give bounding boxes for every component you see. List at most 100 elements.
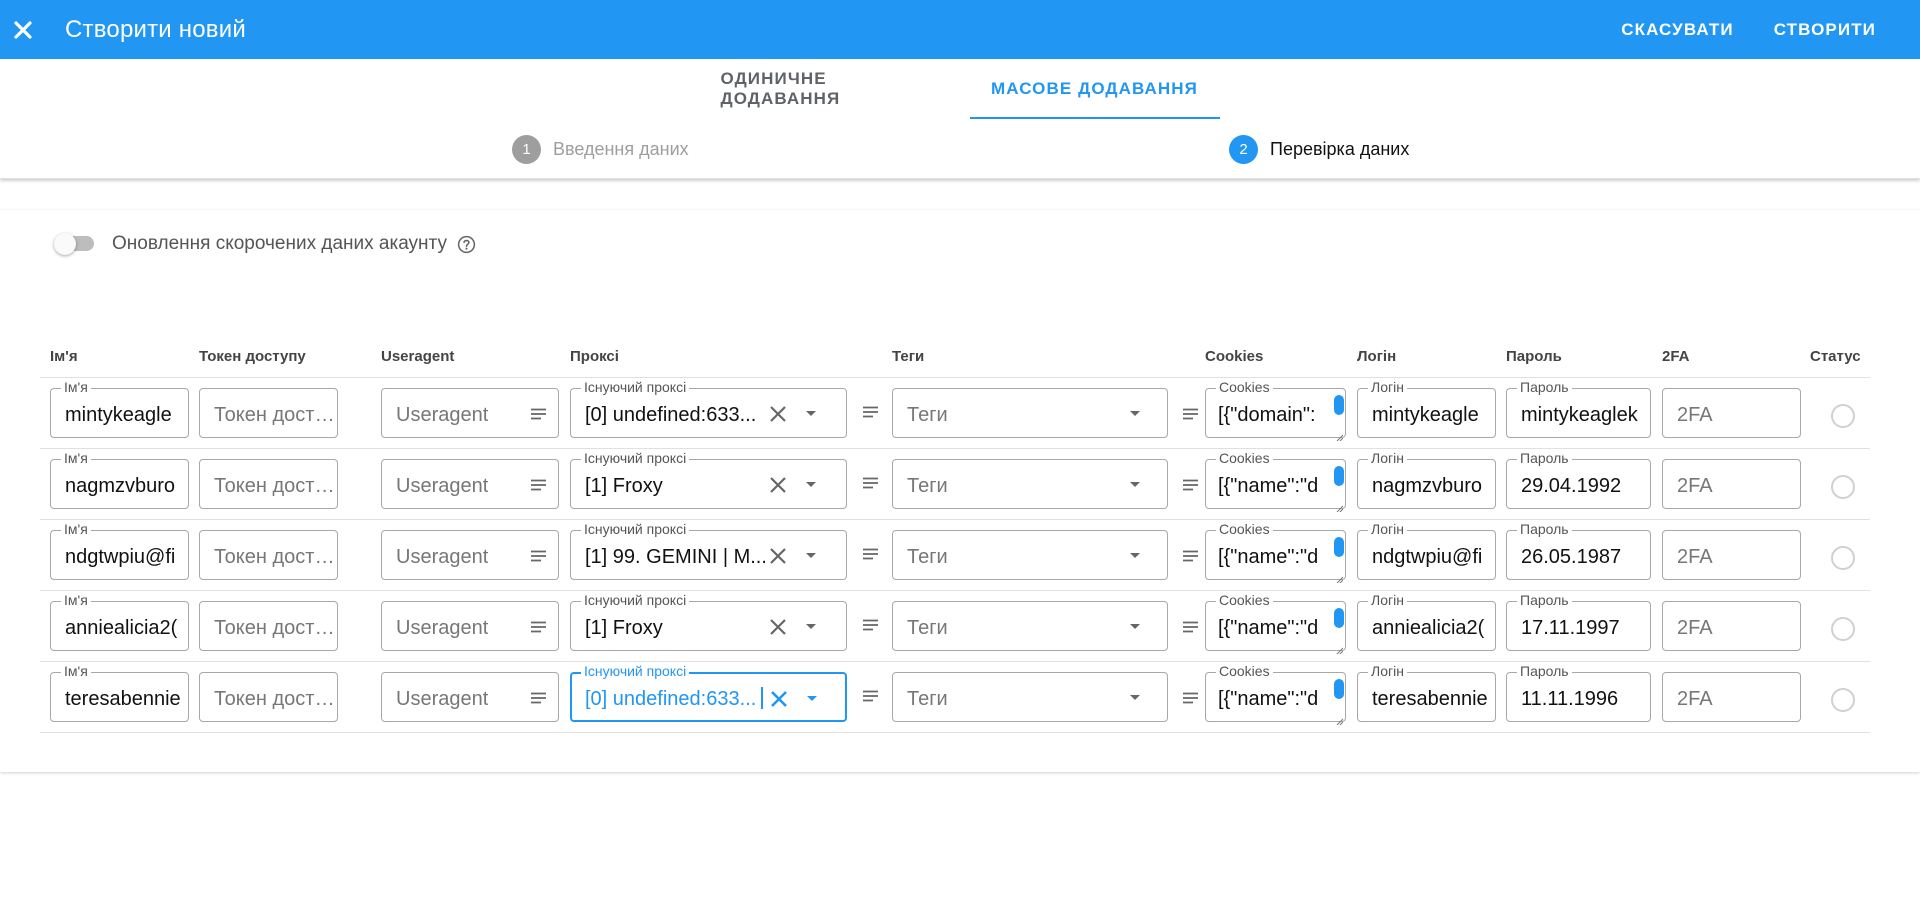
password-field[interactable]: Пароль 26.05.1987 xyxy=(1506,521,1651,580)
proxy-list-icon[interactable] xyxy=(860,473,880,493)
scrollbar-thumb[interactable] xyxy=(1334,679,1344,699)
step-data-check[interactable]: 2 Перевірка даних xyxy=(1229,135,1409,164)
token-field[interactable]: Токен досту... xyxy=(199,459,338,509)
twofa-field[interactable]: 2FA xyxy=(1662,530,1801,580)
name-field[interactable]: Ім'я teresabennie xyxy=(50,663,189,722)
token-field[interactable]: Токен досту... xyxy=(199,388,338,438)
login-field[interactable]: Логін teresabennie xyxy=(1357,663,1496,722)
token-field[interactable]: Токен досту... xyxy=(199,601,338,651)
useragent-field[interactable]: Useragent xyxy=(381,459,559,509)
field-label: Cookies xyxy=(1216,379,1273,395)
proxy-list-icon[interactable] xyxy=(860,402,880,422)
tags-list-icon[interactable] xyxy=(1180,475,1200,495)
proxy-list-icon[interactable] xyxy=(860,686,880,706)
cookies-textarea[interactable]: Cookies [{"domain": xyxy=(1205,379,1346,442)
dropdown-arrow-icon[interactable] xyxy=(1125,475,1145,495)
tags-list-icon[interactable] xyxy=(1180,617,1200,637)
field-label: Пароль xyxy=(1517,379,1572,395)
tags-select[interactable]: Теги xyxy=(892,459,1168,509)
lines-icon[interactable] xyxy=(528,688,548,708)
cookies-value: [{"name":"d xyxy=(1218,546,1319,568)
token-field[interactable]: Токен досту... xyxy=(199,530,338,580)
dropdown-arrow-icon[interactable] xyxy=(801,475,821,495)
resize-handle-icon[interactable] xyxy=(1336,712,1344,726)
dropdown-arrow-icon[interactable] xyxy=(802,689,822,709)
tab-single-add[interactable]: ОДИНИЧНЕ ДОДАВАННЯ xyxy=(701,59,966,119)
resize-handle-icon[interactable] xyxy=(1336,641,1344,655)
resize-handle-icon[interactable] xyxy=(1336,570,1344,584)
dropdown-arrow-icon[interactable] xyxy=(1125,617,1145,637)
proxy-list-icon[interactable] xyxy=(860,544,880,564)
name-field[interactable]: Ім'я nagmzvburo xyxy=(50,450,189,509)
clear-icon[interactable] xyxy=(767,687,791,711)
resize-handle-icon[interactable] xyxy=(1336,499,1344,513)
column-header-login: Логін xyxy=(1357,347,1397,365)
tags-list-icon[interactable] xyxy=(1180,404,1200,424)
tags-select[interactable]: Теги xyxy=(892,388,1168,438)
useragent-field[interactable]: Useragent xyxy=(381,530,559,580)
resize-handle-icon[interactable] xyxy=(1336,428,1344,442)
dropdown-arrow-icon[interactable] xyxy=(801,546,821,566)
lines-icon[interactable] xyxy=(528,475,548,495)
password-field[interactable]: Пароль 29.04.1992 xyxy=(1506,450,1651,509)
name-field[interactable]: Ім'я mintykeagle xyxy=(50,379,189,438)
proxy-select[interactable]: Існуючий проксі [1] Froxy xyxy=(570,592,847,651)
tags-list-icon[interactable] xyxy=(1180,546,1200,566)
login-field[interactable]: Логін ndgtwpiu@fi xyxy=(1357,521,1496,580)
password-field[interactable]: Пароль 17.11.1997 xyxy=(1506,592,1651,651)
scrollbar-thumb[interactable] xyxy=(1334,537,1344,557)
password-field[interactable]: Пароль mintykeaglek xyxy=(1506,379,1651,438)
scrollbar-thumb[interactable] xyxy=(1334,608,1344,628)
dropdown-arrow-icon[interactable] xyxy=(1125,688,1145,708)
proxy-select[interactable]: Існуючий проксі [1] Froxy xyxy=(570,450,847,509)
cookies-textarea[interactable]: Cookies [{"name":"d xyxy=(1205,592,1346,655)
clear-icon[interactable] xyxy=(766,544,790,568)
name-field[interactable]: Ім'я ndgtwpiu@fi xyxy=(50,521,189,580)
useragent-field[interactable]: Useragent xyxy=(381,388,559,438)
clear-icon[interactable] xyxy=(766,615,790,639)
scrollbar-thumb[interactable] xyxy=(1334,395,1344,415)
clear-icon[interactable] xyxy=(766,473,790,497)
token-field[interactable]: Токен досту... xyxy=(199,672,338,722)
dropdown-arrow-icon[interactable] xyxy=(1125,404,1145,424)
name-field[interactable]: Ім'я anniealicia2( xyxy=(50,592,189,651)
step-data-entry[interactable]: 1 Введення даних xyxy=(512,135,689,164)
cookies-textarea[interactable]: Cookies [{"name":"d xyxy=(1205,450,1346,513)
dropdown-arrow-icon[interactable] xyxy=(801,617,821,637)
close-icon[interactable] xyxy=(1,8,45,52)
update-short-data-toggle[interactable] xyxy=(52,232,98,256)
cancel-button[interactable]: СКАСУВАТИ xyxy=(1601,8,1754,52)
password-value: 26.05.1987 xyxy=(1521,546,1622,568)
proxy-select[interactable]: Існуючий проксі [1] 99. GEMINI | M... xyxy=(570,521,847,580)
twofa-field[interactable]: 2FA xyxy=(1662,388,1801,438)
lines-icon[interactable] xyxy=(528,617,548,637)
useragent-field[interactable]: Useragent xyxy=(381,601,559,651)
dropdown-arrow-icon[interactable] xyxy=(1125,546,1145,566)
scrollbar-thumb[interactable] xyxy=(1334,466,1344,486)
twofa-field[interactable]: 2FA xyxy=(1662,672,1801,722)
lines-icon[interactable] xyxy=(528,546,548,566)
proxy-select[interactable]: Існуючий проксі [0] undefined:633... xyxy=(570,663,847,722)
lines-icon[interactable] xyxy=(528,404,548,424)
text-cursor xyxy=(761,687,763,709)
tags-select[interactable]: Теги xyxy=(892,672,1168,722)
proxy-list-icon[interactable] xyxy=(860,615,880,635)
password-field[interactable]: Пароль 11.11.1996 xyxy=(1506,663,1651,722)
twofa-field[interactable]: 2FA xyxy=(1662,601,1801,651)
twofa-field[interactable]: 2FA xyxy=(1662,459,1801,509)
tags-list-icon[interactable] xyxy=(1180,688,1200,708)
tags-select[interactable]: Теги xyxy=(892,601,1168,651)
help-icon[interactable] xyxy=(457,234,477,254)
create-button[interactable]: СТВОРИТИ xyxy=(1754,8,1896,52)
tab-bulk-add[interactable]: МАСОВЕ ДОДАВАННЯ xyxy=(969,59,1220,119)
clear-icon[interactable] xyxy=(766,402,790,426)
login-field[interactable]: Логін anniealicia2( xyxy=(1357,592,1496,651)
proxy-select[interactable]: Існуючий проксі [0] undefined:633... xyxy=(570,379,847,438)
tags-select[interactable]: Теги xyxy=(892,530,1168,580)
login-field[interactable]: Логін mintykeagle xyxy=(1357,379,1496,438)
dropdown-arrow-icon[interactable] xyxy=(801,404,821,424)
useragent-field[interactable]: Useragent xyxy=(381,672,559,722)
cookies-textarea[interactable]: Cookies [{"name":"d xyxy=(1205,521,1346,584)
cookies-textarea[interactable]: Cookies [{"name":"d xyxy=(1205,663,1346,726)
login-field[interactable]: Логін nagmzvburo xyxy=(1357,450,1496,509)
